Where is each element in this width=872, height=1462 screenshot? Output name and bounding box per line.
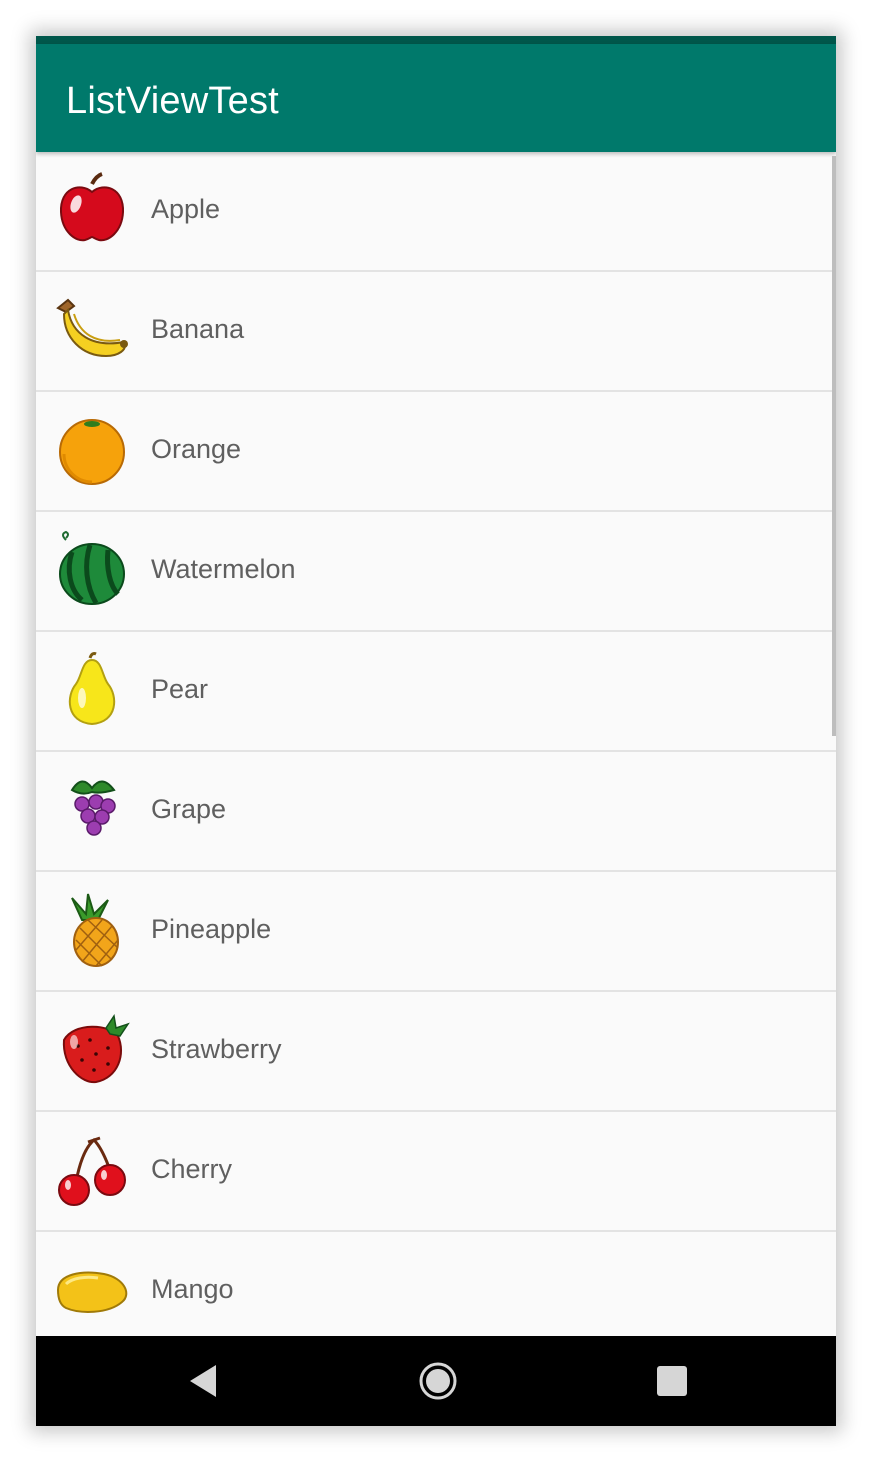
pear-icon (52, 650, 132, 730)
list-item-orange[interactable]: Orange (36, 392, 836, 512)
cherry-icon (52, 1130, 132, 1210)
app-title: ListViewTest (66, 80, 279, 122)
fruit-label: Strawberry (151, 1034, 282, 1064)
recents-button[interactable] (652, 1361, 692, 1401)
orange-icon (52, 410, 132, 490)
fruit-label: Pear (151, 674, 209, 704)
fruit-label: Apple (151, 194, 221, 224)
recents-square-icon (657, 1366, 687, 1396)
back-button[interactable] (184, 1361, 224, 1401)
fruit-label: Grape (151, 794, 227, 824)
list-item-apple[interactable]: Apple (36, 152, 836, 272)
strawberry-icon (52, 1010, 132, 1090)
list-item-pear[interactable]: Pear (36, 632, 836, 752)
navigation-bar (36, 1336, 836, 1426)
fruit-label: Cherry (151, 1154, 233, 1184)
grape-icon (52, 770, 132, 850)
pineapple-icon (52, 890, 132, 970)
fruit-label: Pineapple (151, 914, 272, 944)
home-button[interactable] (418, 1361, 458, 1401)
fruit-list[interactable]: Apple Banana Orange Watermelon Pear Grap… (36, 152, 836, 1336)
fruit-label: Watermelon (151, 554, 296, 584)
app-bar: ListViewTest (36, 44, 836, 152)
home-circle-icon (419, 1362, 457, 1400)
watermelon-icon (52, 530, 132, 610)
fruit-label: Mango (151, 1274, 234, 1304)
list-item-cherry[interactable]: Cherry (36, 1112, 836, 1232)
fruit-label: Banana (151, 314, 245, 344)
list-item-banana[interactable]: Banana (36, 272, 836, 392)
back-triangle-icon (190, 1365, 216, 1397)
status-bar (36, 36, 836, 44)
list-item-pineapple[interactable]: Pineapple (36, 872, 836, 992)
fruit-label: Orange (151, 434, 242, 464)
banana-icon (52, 290, 132, 370)
list-item-watermelon[interactable]: Watermelon (36, 512, 836, 632)
mango-icon (52, 1250, 132, 1330)
apple-icon (52, 170, 132, 250)
list-item-strawberry[interactable]: Strawberry (36, 992, 836, 1112)
list-item-grape[interactable]: Grape (36, 752, 836, 872)
list-scrollbar[interactable] (832, 156, 836, 736)
phone-screen: ListViewTest Apple Banana Orange Waterme… (36, 36, 836, 1426)
list-item-mango[interactable]: Mango (36, 1232, 836, 1336)
